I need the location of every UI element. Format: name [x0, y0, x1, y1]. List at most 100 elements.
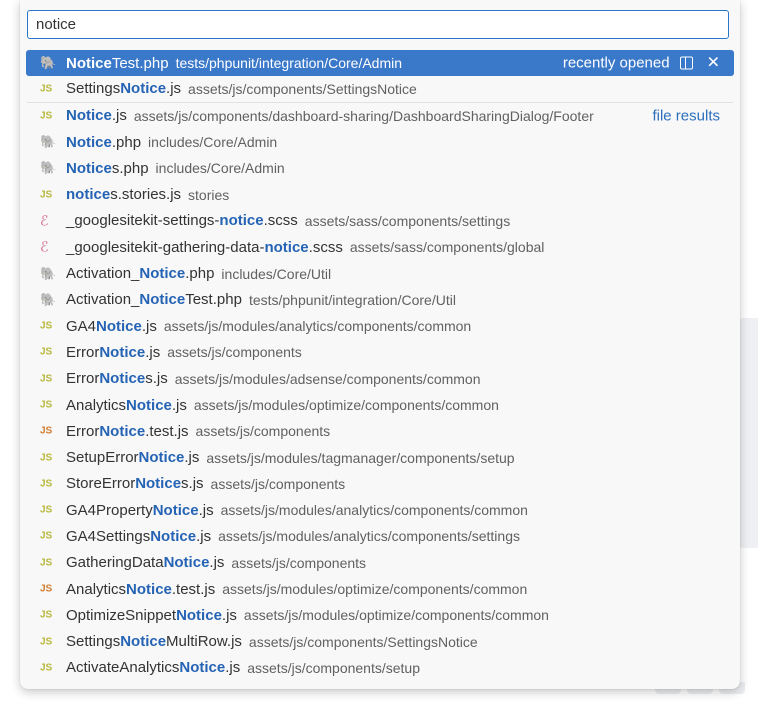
result-name-suffix: .php [111, 133, 142, 151]
result-item[interactable]: 🐘 Activation_ Notice Test.php tests/phpunit/… [26, 287, 734, 313]
result-name-prefix: ActivateAnalytics [66, 659, 180, 677]
result-name-prefix: GatheringData [66, 554, 164, 572]
result-item[interactable]: JS Settings Notice MultiRow.js assets/js/com… [26, 629, 734, 655]
result-name-prefix: Error [66, 422, 100, 440]
result-name-match: Notice [66, 107, 112, 125]
js-file-icon: JS [40, 662, 53, 674]
result-name-suffix: .js [141, 317, 157, 335]
js-test-file-icon: JS [40, 425, 53, 437]
result-name-suffix: Test.php [111, 54, 169, 72]
result-name-match: Notice [126, 396, 172, 414]
result-item[interactable]: JS Notice .js assets/js/components/dashboar… [26, 103, 734, 129]
result-name-suffix: .js [166, 80, 182, 98]
result-path: includes/Core/Admin [155, 160, 285, 177]
result-name-suffix: .scss [263, 212, 298, 230]
result-path: assets/js/components/setup [247, 659, 420, 676]
result-path: assets/js/components [195, 423, 331, 440]
result-item[interactable]: 🐘 Notice .php includes/Core/Admin [26, 129, 734, 155]
result-name-match: Notice [66, 54, 112, 72]
result-item[interactable]: JS Error Notice .js assets/js/components [26, 339, 734, 365]
result-item[interactable]: JS SetupError Notice .js assets/js/modules/t… [26, 444, 734, 470]
result-item[interactable]: JS GA4Property Notice .js assets/js/modules/… [26, 497, 734, 523]
result-name-prefix: Error [66, 370, 100, 388]
result-item[interactable]: JS StoreError Notice s.js assets/js/componen… [26, 471, 734, 497]
file-results-label[interactable]: file results [652, 107, 720, 124]
result-path: assets/js/modules/optimize/components/co… [243, 607, 549, 624]
result-path: assets/js/components [231, 554, 367, 571]
js-file-icon: JS [40, 530, 53, 542]
result-item[interactable]: JS Error Notice s.js assets/js/modules/adsen… [26, 366, 734, 392]
result-path: assets/js/modules/analytics/components/c… [163, 318, 472, 335]
js-file-icon: JS [40, 557, 53, 569]
result-path: includes/Core/Util [221, 265, 332, 282]
result-name-match: Notice [139, 265, 186, 283]
result-name-match: Notice [163, 554, 210, 572]
result-item[interactable]: JS Error Notice .test.js assets/js/component… [26, 418, 734, 444]
result-item[interactable]: ℰ _googlesitekit-gathering-data-notice .sc… [26, 234, 734, 260]
js-file-icon: JS [40, 452, 53, 464]
result-item[interactable]: JS Analytics Notice .js assets/js/modules/op… [26, 392, 734, 418]
js-file-icon: JS [40, 373, 53, 385]
result-name-match: Notice [99, 343, 146, 361]
result-name-suffix: Test.php [185, 291, 242, 309]
result-path: assets/js/modules/tagmanager/components/… [206, 449, 515, 466]
close-icon[interactable]: ✕ [707, 55, 720, 71]
result-name-prefix: GA4Settings [66, 527, 151, 545]
result-name-match: Notice [120, 633, 167, 651]
result-name-match: Notice [150, 527, 197, 545]
result-name-prefix: StoreError [66, 475, 136, 493]
result-name-suffix: .js [145, 343, 161, 361]
result-item[interactable]: JS Analytics Notice .test.js assets/js/modul… [26, 576, 734, 602]
result-path: stories [188, 186, 230, 203]
sass-file-icon: ℰ [40, 212, 49, 229]
result-name-match: Notice [96, 317, 142, 335]
result-name-prefix: GA4 [66, 317, 97, 335]
result-name-suffix: s.js [145, 370, 168, 388]
recently-opened-label: recently opened ✕ [563, 55, 720, 72]
right-label-text: recently opened [562, 54, 670, 72]
result-name-prefix: OptimizeSnippet [66, 606, 177, 624]
result-item[interactable]: JS GA4Settings Notice .js assets/js/modules/… [26, 523, 734, 549]
result-name-suffix: .js [171, 396, 187, 414]
result-item[interactable]: 🐘 Activation_ Notice .php includes/Core/Util [26, 260, 734, 286]
result-name-match: Notice [66, 159, 112, 177]
result-name-match: notice [264, 238, 309, 256]
result-name-suffix: .php [185, 265, 215, 283]
result-item[interactable]: 🐘 Notice s.php includes/Core/Admin [26, 155, 734, 181]
result-path: assets/sass/components/settings [304, 212, 511, 229]
result-item[interactable]: JS GA4 Notice .js assets/js/modules/analytic… [26, 313, 734, 339]
result-item[interactable]: JS ActivateAnalytics Notice .js assets/js/co… [26, 655, 734, 681]
sass-file-icon: ℰ [40, 238, 49, 255]
result-item[interactable]: 🐘 Notice Test.php tests/phpunit/integration… [26, 50, 734, 77]
result-path: assets/js/components [210, 475, 346, 492]
result-name-prefix: Analytics [66, 396, 127, 414]
result-name-suffix: .test.js [171, 580, 216, 598]
result-item[interactable]: JS notice s.stories.js stories [26, 181, 734, 207]
result-name-suffix: .js [198, 501, 214, 519]
js-file-icon: JS [40, 504, 53, 516]
quick-open-search-input[interactable] [27, 10, 729, 39]
result-item[interactable]: JS Settings Notice .js assets/js/components/… [26, 76, 734, 103]
result-path: includes/Core/Admin [148, 134, 278, 151]
result-item[interactable]: ℰ _googlesitekit-settings-notice .scss asse… [26, 208, 734, 234]
result-name-prefix: GA4Property [66, 501, 153, 519]
result-name-match: notice [219, 212, 264, 230]
result-item[interactable]: JS OptimizeSnippet Notice .js assets/js/modu… [26, 602, 734, 628]
result-path: assets/js/modules/adsense/components/com… [174, 370, 481, 387]
result-name-match: Notice [120, 80, 167, 98]
result-list: 🐘 Notice Test.php tests/phpunit/integration… [26, 50, 734, 681]
result-path: assets/js/components/dashboard-sharing/D… [133, 107, 594, 124]
result-name-match: Notice [126, 580, 172, 598]
result-name-suffix: MultiRow.js [166, 633, 242, 651]
result-path: assets/js/components [167, 344, 302, 361]
result-path: assets/js/modules/analytics/components/s… [218, 528, 520, 545]
result-path: assets/js/modules/optimize/components/co… [193, 397, 499, 413]
result-name-suffix: .js [111, 107, 127, 125]
split-editor-icon[interactable] [679, 56, 693, 70]
result-item[interactable]: JS GatheringData Notice .js assets/js/compon… [26, 550, 734, 576]
result-name-match: Notice [152, 501, 199, 519]
js-file-icon: JS [40, 478, 53, 490]
js-file-icon: JS [40, 110, 53, 122]
js-file-icon: JS [40, 609, 53, 621]
result-name-prefix: Activation_ [66, 291, 140, 309]
